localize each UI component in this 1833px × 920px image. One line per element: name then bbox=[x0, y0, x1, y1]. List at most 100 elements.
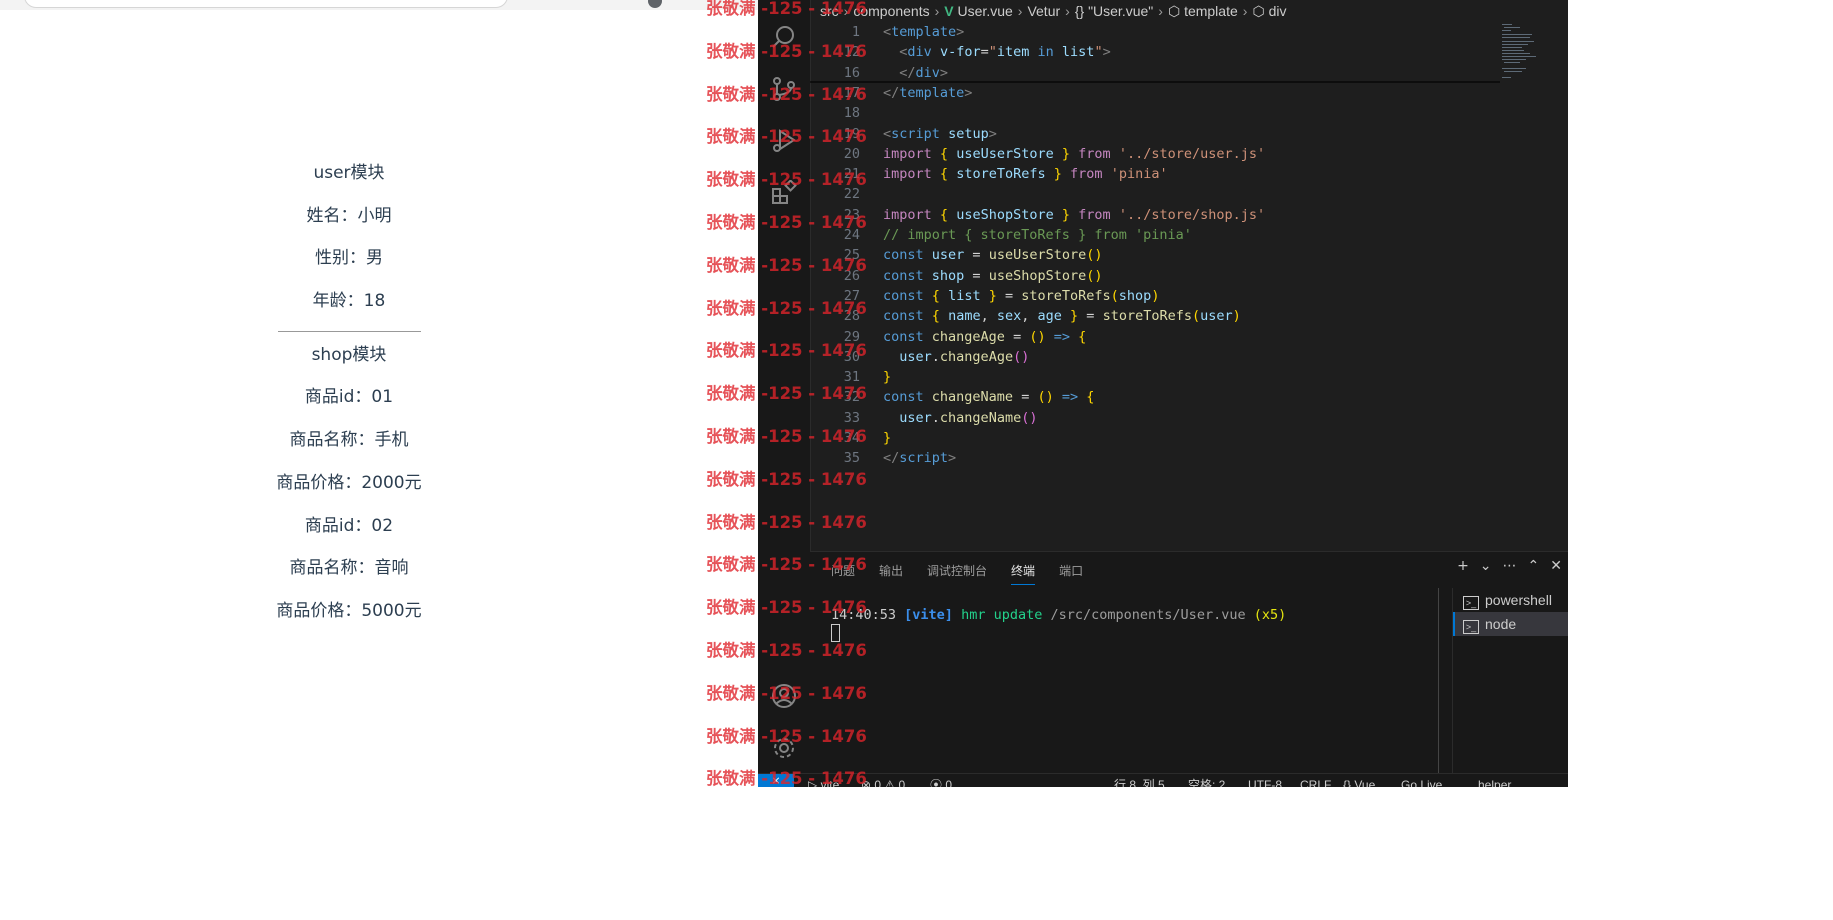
code-text: const { name, sex, age } = storeToRefs(u… bbox=[883, 306, 1241, 326]
code-token: changeName bbox=[931, 389, 1014, 406]
section-title: shop模块 bbox=[311, 344, 387, 365]
code-token: => bbox=[1053, 328, 1070, 345]
maximize-icon[interactable]: ⌃ bbox=[1528, 558, 1540, 574]
code-text: const shop = useShopStore() bbox=[883, 266, 1103, 286]
breadcrumb-item[interactable]: {} "User.vue" bbox=[1075, 3, 1153, 19]
line-number: 26 bbox=[843, 267, 860, 284]
code-token: const bbox=[883, 247, 924, 264]
extensions-icon[interactable] bbox=[771, 180, 797, 206]
breadcrumb: src › components › V User.vue › Vetur ›{} "User… bbox=[820, 0, 1286, 22]
code-token: useUserStore bbox=[988, 247, 1087, 264]
breadcrumb-item[interactable]: components bbox=[853, 3, 929, 19]
breadcrumb-separator-icon: › bbox=[1242, 3, 1248, 19]
line-number: 33 bbox=[843, 409, 860, 426]
status-item[interactable]: CRLF bbox=[1300, 774, 1331, 787]
code-token: storeToRefs bbox=[1021, 287, 1111, 304]
run-debug-icon[interactable] bbox=[771, 128, 797, 154]
code-token: const bbox=[883, 328, 924, 345]
code-token: useUserStore bbox=[956, 145, 1054, 162]
terminal-path: /src/components/User.vue bbox=[1050, 607, 1246, 623]
settings-gear-icon[interactable] bbox=[771, 735, 797, 761]
terminal-output[interactable]: 14:40:53 [vite] hmr update /src/componen… bbox=[831, 606, 1286, 624]
breadcrumb-item[interactable]: Vetur bbox=[1027, 3, 1060, 19]
status-item[interactable]: helper bbox=[1478, 774, 1511, 787]
element-icon: ⬡ bbox=[1252, 3, 1269, 19]
line-number: 16 bbox=[843, 64, 860, 81]
source-control-icon[interactable] bbox=[771, 76, 797, 102]
code-token: = bbox=[980, 44, 989, 61]
code-token: } bbox=[1061, 206, 1071, 223]
code-token: v-for bbox=[939, 44, 981, 61]
line-number: 18 bbox=[843, 105, 860, 122]
code-token: = bbox=[964, 247, 989, 264]
minimap[interactable] bbox=[1500, 22, 1544, 92]
code-token: { bbox=[931, 308, 940, 325]
status-item[interactable]: UTF-8 bbox=[1248, 774, 1282, 787]
code-text: const changeName = () => { bbox=[883, 387, 1094, 407]
line-number: 32 bbox=[843, 389, 860, 406]
terminal-list-item[interactable]: >_ node bbox=[1453, 612, 1568, 636]
status-item[interactable]: ▷ vite bbox=[808, 774, 839, 787]
panel-scrollbar[interactable] bbox=[1438, 588, 1439, 774]
breadcrumb-item[interactable]: template bbox=[1184, 3, 1238, 19]
breadcrumb-item[interactable]: src bbox=[820, 3, 839, 19]
close-icon[interactable]: ✕ bbox=[1550, 558, 1562, 574]
breadcrumb-item[interactable]: User.vue bbox=[958, 3, 1013, 19]
code-token: storeToRefs bbox=[1102, 308, 1192, 325]
line-number: 19 bbox=[843, 125, 860, 142]
code-token: = bbox=[1013, 389, 1038, 406]
code-text: <div v-for="item in list"> bbox=[883, 42, 1110, 62]
code-text: } bbox=[883, 428, 891, 448]
code-token: sex bbox=[996, 308, 1022, 325]
panel-tab[interactable]: 终端 bbox=[1011, 562, 1036, 585]
terminal-list-item[interactable]: >_ powershell bbox=[1453, 588, 1568, 612]
search-icon[interactable] bbox=[771, 24, 797, 50]
status-item[interactable]: 行 8, 列 5 bbox=[1114, 774, 1165, 787]
browser-window: user模块 姓名：小明 性别：男 年龄：18 shop模块 商品id：01 商品名称：手机… bbox=[0, 0, 758, 787]
breadcrumb-item[interactable]: div bbox=[1269, 3, 1287, 19]
status-item[interactable]: ⊗ 0 ⚠ 0 bbox=[861, 774, 905, 787]
code-editor[interactable]: 1 <template> 12 <div v-for="item in list">… bbox=[810, 22, 1550, 550]
new-terminal-icon[interactable]: + bbox=[1457, 558, 1469, 574]
code-text: const changeAge = () => { bbox=[883, 327, 1086, 347]
status-item[interactable]: Go Live bbox=[1401, 774, 1442, 787]
status-item[interactable]: ⦿ 0 bbox=[930, 774, 952, 787]
status-item[interactable]: {} Vue bbox=[1343, 774, 1375, 787]
terminal-count: (x5) bbox=[1253, 607, 1287, 623]
panel-tab[interactable]: 问题 bbox=[831, 562, 855, 584]
code-token: = bbox=[1078, 308, 1103, 325]
terminal-list: >_ powershell >_ node bbox=[1452, 588, 1568, 774]
code-token: from bbox=[1070, 166, 1103, 183]
line-number: 17 bbox=[843, 84, 860, 101]
address-bar[interactable] bbox=[24, 0, 508, 8]
panel-tab[interactable]: 调试控制台 bbox=[927, 562, 987, 584]
terminal-cursor bbox=[831, 624, 840, 642]
account-icon[interactable] bbox=[771, 683, 797, 709]
panel-tab[interactable]: 端口 bbox=[1059, 562, 1083, 584]
status-item[interactable]: 空格: 2 bbox=[1188, 774, 1225, 787]
bottom-panel: 问题 输出 调试控制台 终端 端口 + ⌄ ⋯ ⌃ ✕ 14:40:53 [vite] hmr … bbox=[810, 551, 1568, 774]
code-token: changeAge bbox=[931, 328, 1005, 345]
info-line: 商品名称：音响 bbox=[289, 558, 409, 579]
code-token: ) bbox=[1151, 287, 1160, 304]
code-token: import bbox=[883, 145, 932, 162]
dropdown-icon[interactable]: ⌄ bbox=[1480, 558, 1492, 574]
panel-tab[interactable]: 输出 bbox=[879, 562, 903, 584]
remote-indicator[interactable]: ⨯ bbox=[758, 774, 794, 787]
more-icon[interactable]: ⋯ bbox=[1503, 558, 1517, 574]
code-text: const user = useUserStore() bbox=[883, 245, 1103, 265]
code-token: script bbox=[891, 125, 940, 142]
